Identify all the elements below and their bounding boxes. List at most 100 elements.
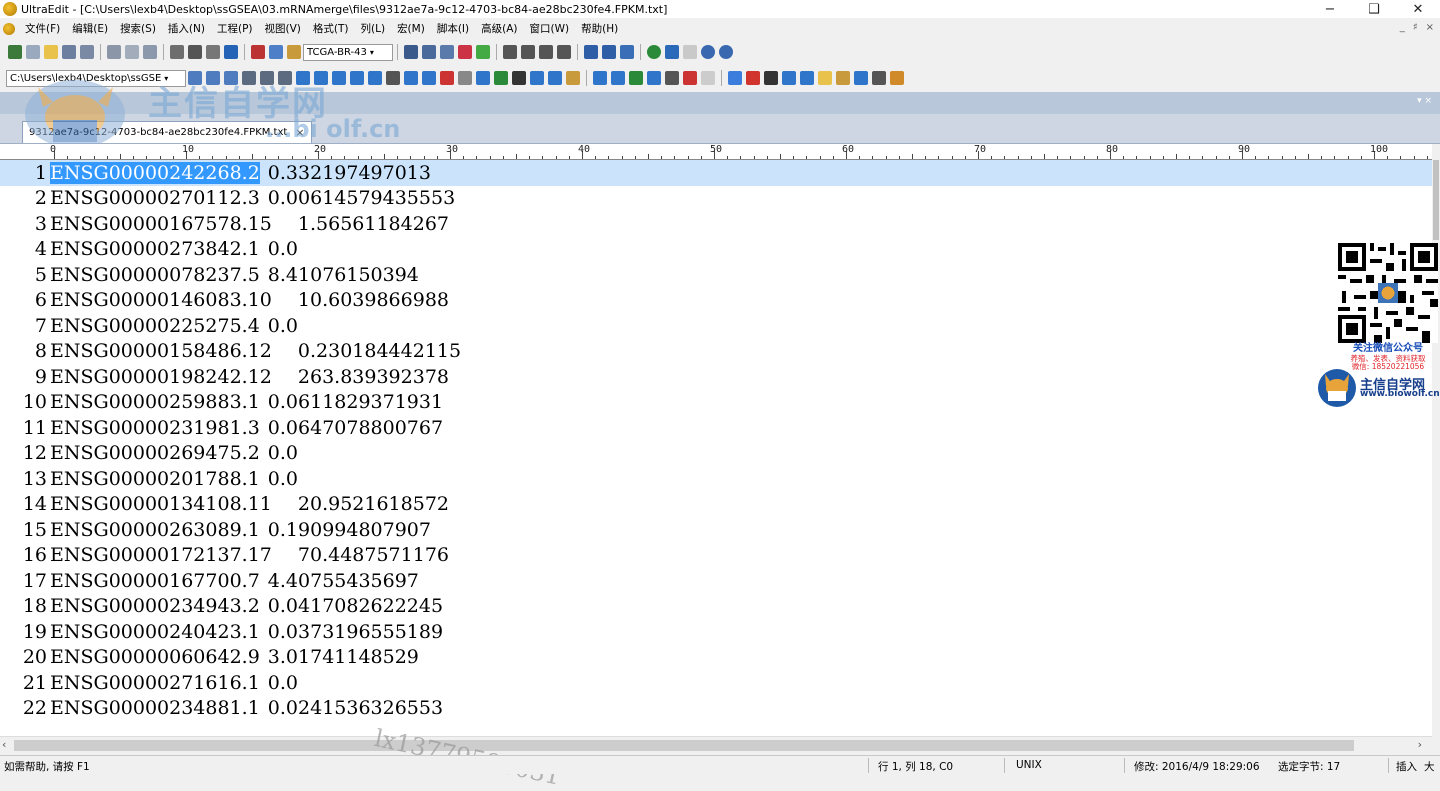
radio-icon[interactable] [458, 71, 472, 85]
form-icon[interactable] [368, 71, 382, 85]
line-text[interactable]: ENSG00000201788.1 0.0 [50, 468, 298, 490]
line-text[interactable]: ENSG00000270112.3 0.00614579435553 [50, 187, 455, 209]
menu-insert[interactable]: 插入(N) [162, 21, 211, 36]
hr-icon[interactable] [386, 71, 400, 85]
line-text[interactable]: ENSG00000146083.10 10.6039866988 [50, 289, 449, 311]
document-icon[interactable] [3, 22, 15, 35]
menu-script[interactable]: 脚本(I) [431, 21, 475, 36]
line-text[interactable]: ENSG00000060642.9 3.01741148529 [50, 646, 419, 668]
vertical-scroll-thumb[interactable] [1433, 160, 1439, 240]
maximize-button[interactable]: ❑ [1352, 0, 1396, 18]
columns-view-icon[interactable] [611, 71, 625, 85]
menu-format[interactable]: 格式(T) [307, 21, 355, 36]
grid-tool-icon[interactable] [854, 71, 868, 85]
line-text[interactable]: ENSG00000198242.12 263.839392378 [50, 366, 449, 388]
line-text[interactable]: ENSG00000269475.2 0.0 [50, 442, 298, 464]
line-text[interactable]: ENSG00000231981.3 0.0647078800767 [50, 417, 443, 439]
preview-icon[interactable] [647, 71, 661, 85]
menu-search[interactable]: 搜索(S) [114, 21, 162, 36]
save-icon[interactable] [62, 45, 76, 59]
print-preview-icon[interactable] [125, 45, 139, 59]
editor-line[interactable]: 19 ENSG00000240423.1 0.0373196555189 [0, 619, 1432, 645]
menu-column[interactable]: 列(L) [355, 21, 392, 36]
editor-pane[interactable]: 1 ENSG00000242268.2 0.332197497013 2 ENSG00… [0, 160, 1432, 736]
line-text[interactable]: ENSG00000240423.1 0.0373196555189 [50, 621, 443, 643]
ftp-icon[interactable] [665, 45, 679, 59]
status-line-ending[interactable]: UNIX [1016, 759, 1042, 771]
menu-help[interactable]: 帮助(H) [575, 21, 624, 36]
line-text[interactable]: ENSG00000259883.1 0.0611829371931 [50, 391, 443, 413]
editor-line[interactable]: 22 ENSG00000234881.1 0.0241536326553 [0, 696, 1432, 722]
editor-line[interactable]: 13 ENSG00000201788.1 0.0 [0, 466, 1432, 492]
line-text[interactable]: ENSG00000242268.2 0.332197497013 [50, 161, 431, 184]
validate-icon[interactable] [629, 71, 643, 85]
editor-line[interactable]: 20 ENSG00000060642.9 3.01741148529 [0, 645, 1432, 671]
editor-line[interactable]: 10 ENSG00000259883.1 0.0611829371931 [0, 390, 1432, 416]
div-icon[interactable] [548, 71, 562, 85]
document-properties-icon[interactable] [683, 45, 697, 59]
cascade-icon[interactable] [557, 45, 571, 59]
editor-line[interactable]: 11 ENSG00000231981.3 0.0647078800767 [0, 415, 1432, 441]
line-text[interactable]: ENSG00000078237.5 8.41076150394 [50, 264, 419, 286]
copy-icon[interactable] [269, 45, 283, 59]
scroll-left-icon[interactable]: ‹ [2, 738, 6, 751]
folder-icon[interactable] [818, 71, 832, 85]
print-icon[interactable] [107, 45, 121, 59]
yahoo-search-icon[interactable] [746, 71, 760, 85]
tile-icon[interactable] [539, 45, 553, 59]
line-text[interactable]: ENSG00000167700.7 4.40755435697 [50, 570, 419, 592]
editor-line[interactable]: 4 ENSG00000273842.1 0.0 [0, 237, 1432, 263]
split-icon[interactable] [503, 45, 517, 59]
run-icon[interactable] [890, 71, 904, 85]
find-icon[interactable] [404, 45, 418, 59]
google-search-icon[interactable] [728, 71, 742, 85]
editor-line[interactable]: 17 ENSG00000167700.7 4.40755435697 [0, 568, 1432, 594]
editor-line[interactable]: 16 ENSG00000172137.17 70.4487571176 [0, 543, 1432, 569]
vertical-scrollbar[interactable] [1432, 144, 1440, 736]
picture-icon[interactable] [494, 71, 508, 85]
editor-line[interactable]: 8 ENSG00000158486.12 0.230184442115 [0, 339, 1432, 365]
line-text[interactable]: ENSG00000167578.15 1.56561184267 [50, 213, 449, 235]
doc-restore-button[interactable]: ♯ [1413, 22, 1418, 33]
editor-line[interactable]: 7 ENSG00000225275.4 0.0 [0, 313, 1432, 339]
editor-line[interactable]: 18 ENSG00000234943.2 0.0417082622245 [0, 594, 1432, 620]
status-cursor-position[interactable]: 行 1, 列 18, C0 [878, 759, 953, 774]
hex-icon[interactable] [206, 45, 220, 59]
cut-icon[interactable] [251, 45, 265, 59]
image-icon[interactable] [476, 71, 490, 85]
line-text[interactable]: ENSG00000273842.1 0.0 [50, 238, 298, 260]
open-folder-icon[interactable] [44, 45, 58, 59]
menu-window[interactable]: 窗口(W) [524, 21, 576, 36]
horizontal-scroll-thumb[interactable] [14, 740, 1354, 751]
map-icon[interactable] [800, 71, 814, 85]
editor-line[interactable]: 14 ENSG00000134108.11 20.9521618572 [0, 492, 1432, 518]
menu-edit[interactable]: 编辑(E) [66, 21, 114, 36]
editor-line[interactable]: 15 ENSG00000263089.1 0.190994807907 [0, 517, 1432, 543]
help-icon[interactable] [719, 45, 733, 59]
find-in-files-icon[interactable] [458, 45, 472, 59]
paste-icon[interactable] [287, 45, 301, 59]
replace-in-files-icon[interactable] [476, 45, 490, 59]
clipboard-combo[interactable]: TCGA-BR-43 ▾ [303, 43, 393, 61]
save-all-icon[interactable] [80, 45, 94, 59]
line-text[interactable]: ENSG00000263089.1 0.190994807907 [50, 519, 431, 541]
editor-line[interactable]: 5 ENSG00000078237.5 8.41076150394 [0, 262, 1432, 288]
editor-line[interactable]: 12 ENSG00000269475.2 0.0 [0, 441, 1432, 467]
tidy-icon[interactable] [665, 71, 679, 85]
back-icon[interactable] [26, 45, 40, 59]
grid-icon[interactable] [593, 71, 607, 85]
dock-pin-icon[interactable]: ▾ × [1417, 96, 1432, 106]
close-button[interactable]: ✕ [1396, 0, 1440, 18]
ultraedit-app-icon[interactable] [3, 2, 17, 16]
split-vertical-icon[interactable] [521, 45, 535, 59]
span-icon[interactable] [566, 71, 580, 85]
line-text[interactable]: ENSG00000225275.4 0.0 [50, 315, 298, 337]
page-setup-icon[interactable] [143, 45, 157, 59]
menu-view[interactable]: 视图(V) [259, 21, 307, 36]
new-file-icon[interactable] [8, 45, 22, 59]
editor-line[interactable]: 6 ENSG00000146083.10 10.6039866988 [0, 288, 1432, 314]
wikipedia-icon[interactable] [764, 71, 778, 85]
replace-icon[interactable] [440, 45, 454, 59]
line-text[interactable]: ENSG00000234881.1 0.0241536326553 [50, 697, 443, 719]
line-text[interactable]: ENSG00000158486.12 0.230184442115 [50, 340, 461, 362]
